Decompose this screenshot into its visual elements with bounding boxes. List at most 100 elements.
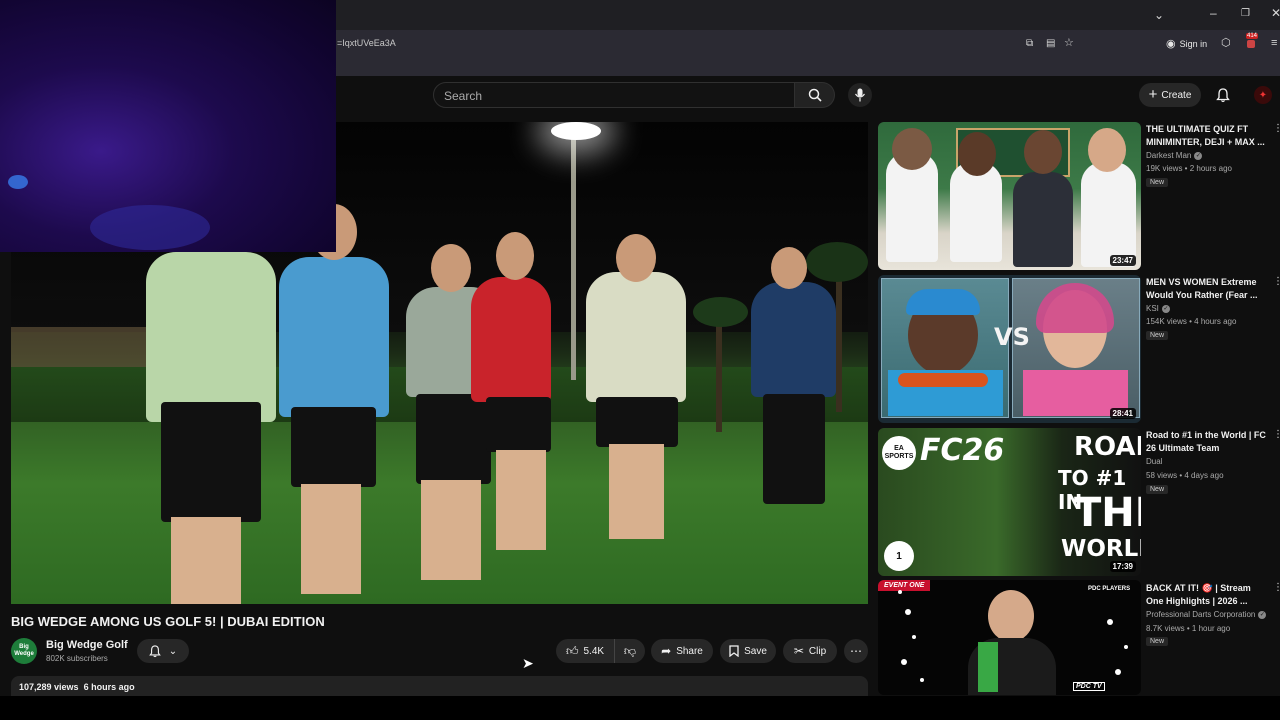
video-duration: 28:41: [1109, 408, 1136, 419]
share-button[interactable]: ➦ Share: [651, 639, 713, 663]
dislike-button[interactable]: 👎︎: [614, 639, 645, 663]
search-icon: [808, 88, 822, 102]
recommendation-channel[interactable]: Dual: [1146, 457, 1162, 466]
more-actions-button[interactable]: ⋯: [844, 639, 868, 663]
channel-avatar[interactable]: Big Wedge: [11, 638, 37, 664]
picture-in-picture-icon[interactable]: ⧉: [1026, 37, 1033, 51]
verified-icon: ✓: [1161, 304, 1170, 313]
voice-search-button[interactable]: [848, 83, 872, 107]
recommendation-meta: 154K views • 4 hours ago: [1146, 317, 1237, 326]
floodlight: [551, 122, 601, 140]
recommendation-channel[interactable]: Darkest Man ✓: [1146, 151, 1203, 160]
subscription-notifications-button[interactable]: ⌄: [137, 639, 189, 663]
fc26-logo-text: FC26: [920, 433, 1005, 468]
video-title: BIG WEDGE AMONG US GOLF 5! | DUBAI EDITI…: [11, 614, 325, 629]
share-label: Share: [676, 645, 703, 657]
create-button[interactable]: + Create: [1139, 83, 1201, 107]
thumb-text-road: ROAD: [1074, 432, 1141, 462]
thumbs-up-icon: 👍︎: [565, 643, 579, 658]
search-placeholder: Search: [444, 89, 483, 103]
palm-tree: [836, 262, 842, 412]
palm-leaves: [693, 297, 748, 327]
like-button[interactable]: 👍︎ 5.4K: [556, 639, 614, 663]
avatar-logo-icon: ✦: [1258, 89, 1268, 101]
extension-button[interactable]: 414: [1244, 33, 1259, 49]
recommendation-thumbnail[interactable]: VS 28:41: [878, 275, 1141, 423]
url-text[interactable]: =IqxtUVeEa3A: [337, 38, 396, 48]
search-input[interactable]: Search: [433, 82, 795, 108]
bell-icon: [148, 644, 161, 657]
menu-icon[interactable]: ≡: [1271, 36, 1277, 50]
pdc-players-logo: PDC PLAYERS: [1088, 586, 1131, 592]
more-vertical-icon[interactable]: ⋮: [1273, 276, 1280, 287]
verified-icon: ✓: [1194, 151, 1203, 160]
snake: [898, 373, 988, 387]
tab-list-chevron-icon[interactable]: ⌄: [1154, 8, 1164, 22]
save-button[interactable]: Save: [720, 639, 776, 663]
verified-icon: ✓: [1258, 610, 1267, 619]
golfer-5-shirt: [586, 272, 686, 402]
recommendation-title[interactable]: Road to #1 in the World | FC 26 Ultimate…: [1146, 429, 1270, 455]
extension-badge: 414: [1246, 33, 1259, 39]
golfer-4-shirt: [471, 277, 551, 402]
recommendation-title[interactable]: BACK AT IT! 🎯 | Stream One Highlights | …: [1146, 582, 1270, 608]
view-stats: 107,289 views 6 hours ago: [19, 682, 135, 692]
reader-view-icon[interactable]: ▤: [1046, 37, 1055, 51]
golfer-3-shorts: [416, 394, 491, 484]
extensions-icon[interactable]: ⬡: [1221, 36, 1231, 50]
bookmark-star-icon[interactable]: ☆: [1064, 36, 1074, 50]
save-label: Save: [744, 645, 767, 657]
golfer-1-shirt: [146, 252, 276, 422]
recommendation-title[interactable]: THE ULTIMATE QUIZ FT MINIMINTER, DEJI + …: [1146, 123, 1270, 149]
webcam-overlay: [0, 0, 336, 252]
sparkle-effects: [898, 590, 902, 594]
subscriber-count: 802K subscribers: [46, 654, 108, 663]
channel-name: Darkest Man: [1146, 151, 1192, 160]
recommendation-thumbnail[interactable]: EVENT ONE PDC PLAYERS PDC TV: [878, 580, 1141, 695]
recommendation-channel[interactable]: KSI ✓: [1146, 304, 1170, 313]
golfer-2-shirt: [279, 257, 389, 417]
channel-name[interactable]: Big Wedge Golf: [46, 639, 128, 651]
more-vertical-icon[interactable]: ⋮: [1273, 123, 1280, 134]
recommendation-meta: 8.7K views • 1 hour ago: [1146, 624, 1231, 633]
recommendation-meta: 19K views • 2 hours ago: [1146, 164, 1232, 173]
new-badge: New: [1146, 485, 1169, 494]
bookmark-icon: [729, 645, 739, 657]
pdc-tv-logo: PDC TV: [1073, 682, 1105, 691]
golfer-1-shorts: [161, 402, 261, 522]
palm-tree: [716, 312, 722, 432]
close-window-icon[interactable]: ✕: [1271, 6, 1280, 20]
description-box[interactable]: [11, 676, 868, 696]
search-button[interactable]: [795, 82, 835, 108]
rank-number: 1: [896, 550, 902, 562]
scissors-icon: ✂: [793, 644, 804, 658]
minimize-icon[interactable]: –: [1210, 6, 1217, 20]
new-badge: New: [1146, 637, 1169, 646]
recommendation-thumbnail[interactable]: 23:47: [878, 122, 1141, 270]
taskbar: [0, 696, 1280, 720]
rank-badge: 1: [884, 541, 914, 571]
golfer-4-shorts: [486, 397, 551, 452]
recommendation-meta: 58 views • 4 days ago: [1146, 471, 1224, 480]
more-vertical-icon[interactable]: ⋮: [1273, 429, 1280, 440]
person-head: [1024, 130, 1062, 174]
more-horizontal-icon: ⋯: [850, 644, 862, 658]
user-avatar[interactable]: ✦: [1254, 86, 1272, 104]
webcam-light: [90, 205, 210, 250]
person-head: [958, 132, 996, 176]
more-vertical-icon[interactable]: ⋮: [1273, 582, 1280, 593]
golfer-5-legs: [609, 444, 664, 539]
sign-in-button[interactable]: ◉ Sign in: [1166, 37, 1207, 50]
thumb-text-world: WORLD: [1061, 536, 1141, 562]
recommendation-title[interactable]: MEN VS WOMEN Extreme Would You Rather (F…: [1146, 276, 1270, 302]
golfer-5-head: [616, 234, 656, 282]
bell-icon: [1216, 87, 1230, 102]
plus-icon: +: [1148, 86, 1158, 103]
recommendation-channel[interactable]: Professional Darts Corporation ✓: [1146, 610, 1267, 619]
palm-leaves: [806, 242, 868, 282]
notifications-button[interactable]: [1212, 84, 1234, 106]
clip-button[interactable]: ✂ Clip: [783, 639, 837, 663]
recommendation-thumbnail[interactable]: EA SPORTS FC26 ROAD TO #1 IN THE WORLD 1…: [878, 428, 1141, 576]
maximize-icon[interactable]: ❐: [1241, 7, 1250, 21]
golfer-2-legs: [301, 484, 361, 594]
